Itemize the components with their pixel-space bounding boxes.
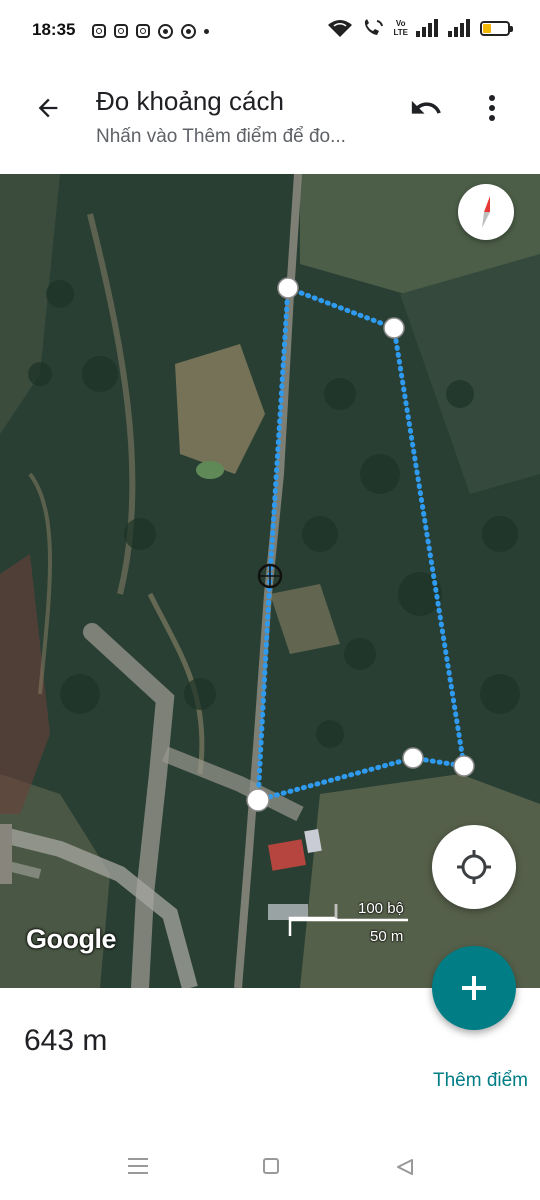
status-time: 18:35 [32,20,76,39]
more-notifications-dot-icon [204,28,209,34]
instagram-icon [92,24,106,38]
measured-distance: 643 m [24,1024,108,1057]
page-title: Đo khoảng cách [96,86,284,116]
measurement-point[interactable] [246,788,270,812]
call-icon [365,19,384,35]
crosshair-icon [257,563,283,589]
page-subtitle: Nhấn vào Thêm điểm để đo... [96,126,346,147]
measurement-point[interactable] [383,317,405,339]
google-logo: Google [26,924,117,954]
wifi-icon [328,18,353,37]
add-point-button[interactable]: Thêm điểm [433,1070,528,1092]
signal-icon-sim1 [416,19,438,37]
measurement-point[interactable] [277,277,299,299]
recent-apps-button[interactable] [128,1158,148,1174]
volte-label-bottom: LTE [393,28,408,37]
notification-icons [92,22,209,40]
compass-button[interactable] [458,184,514,240]
system-icons: Vo LTE [327,18,513,38]
status-bar: 18:35 Vo LTE [0,0,540,62]
chrome-icon [158,23,173,39]
my-location-icon [457,850,491,884]
my-location-button[interactable] [432,825,516,909]
add-point-fab[interactable] [432,946,516,1030]
instagram-icon [114,24,128,38]
scale-metric-label: 50 m [370,928,404,945]
scale-imperial-label: 100 bộ [358,900,404,917]
home-button[interactable] [263,1158,279,1174]
instagram-icon [136,24,150,38]
measurement-route-line [255,285,468,804]
back-button[interactable] [24,84,72,132]
system-navigation-bar [0,1140,540,1200]
battery-icon [480,20,513,36]
volte-indicator: Vo LTE [393,19,408,37]
measurement-point[interactable] [402,747,424,769]
compass-icon [482,196,490,228]
nav-back-icon[interactable] [396,1158,414,1176]
measurement-point[interactable] [453,755,475,777]
undo-icon [411,100,441,114]
plus-icon [462,976,486,1000]
volte-label-top: Vo [395,19,406,28]
chrome-icon [181,23,196,39]
signal-icon-sim2 [448,19,470,37]
undo-button[interactable] [404,86,448,130]
app-header: Đo khoảng cách Nhấn vào Thêm điểm để đo.… [0,62,540,174]
more-vert-icon [489,95,495,121]
arrow-back-icon [38,98,58,118]
more-options-button[interactable] [472,86,512,130]
